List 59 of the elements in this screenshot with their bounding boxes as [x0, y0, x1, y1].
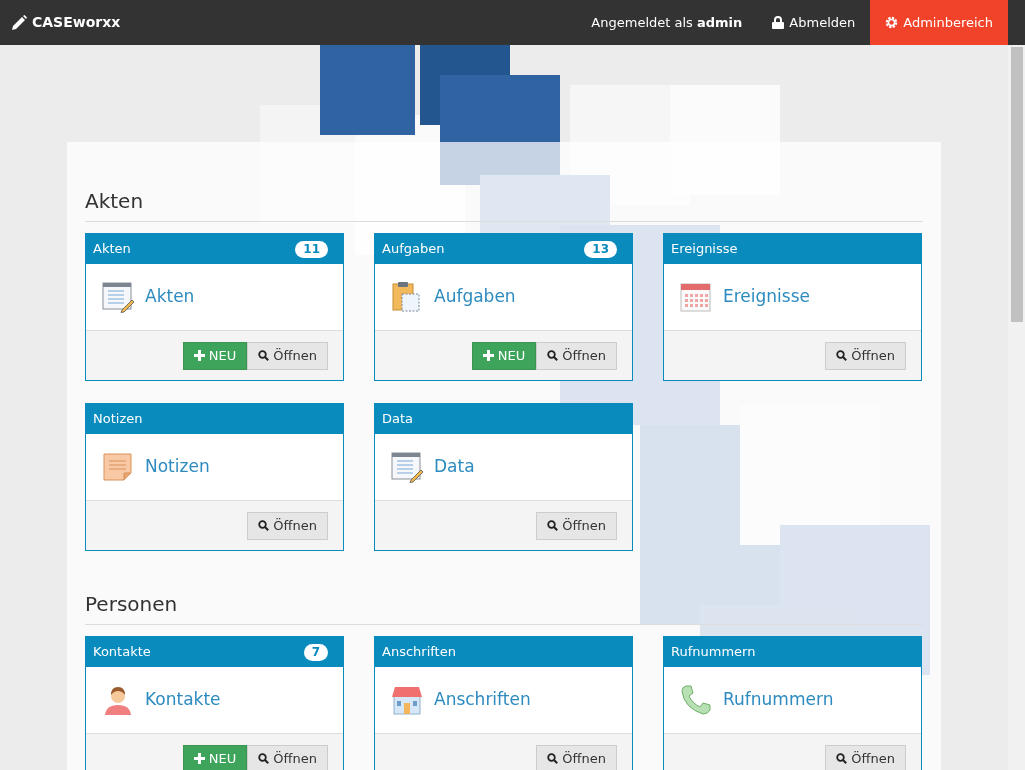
lock-icon	[772, 16, 785, 29]
brand-logo[interactable]: CASEworxx	[32, 12, 121, 33]
person-icon	[102, 684, 134, 716]
search-icon	[258, 520, 270, 531]
plus-icon	[193, 350, 205, 361]
card-title: Ereignisse	[671, 240, 738, 259]
search-icon	[547, 520, 559, 531]
clipboard-icon	[391, 281, 423, 313]
logout-link[interactable]: Abmelden	[772, 12, 856, 33]
module-link[interactable]: Anschriften	[434, 687, 531, 713]
card-title: Data	[382, 410, 414, 429]
count-badge: 11	[295, 240, 328, 258]
document-pencil-icon	[391, 451, 423, 483]
open-button[interactable]: Öffnen	[536, 341, 617, 370]
new-button[interactable]: NEU	[471, 341, 537, 370]
module-link[interactable]: Data	[434, 454, 475, 480]
plus-icon	[482, 350, 494, 361]
gear-icon	[885, 16, 899, 29]
admin-link[interactable]: Adminbereich	[870, 0, 1008, 45]
open-button[interactable]: Öffnen	[247, 744, 328, 770]
card-title: Kontakte	[93, 643, 151, 662]
card-title: Anschriften	[382, 643, 456, 662]
card-title: Aufgaben	[382, 240, 445, 259]
open-button[interactable]: Öffnen	[247, 511, 328, 540]
module-link[interactable]: Ereignisse	[723, 284, 810, 310]
open-button[interactable]: Öffnen	[825, 341, 906, 370]
card-title: Rufnummern	[671, 643, 756, 662]
new-button[interactable]: NEU	[182, 341, 248, 370]
search-icon	[258, 753, 270, 764]
search-icon	[547, 350, 559, 361]
count-badge: 13	[584, 240, 617, 258]
scrollbar-thumb[interactable]	[1010, 47, 1023, 322]
open-button[interactable]: Öffnen	[536, 511, 617, 540]
document-pencil-icon	[102, 281, 134, 313]
pencil-icon	[12, 15, 27, 30]
calendar-icon	[680, 281, 712, 313]
open-button[interactable]: Öffnen	[536, 744, 617, 770]
module-link[interactable]: Aufgaben	[434, 284, 516, 310]
module-link[interactable]: Notizen	[145, 454, 210, 480]
search-icon	[258, 350, 270, 361]
module-link[interactable]: Akten	[145, 284, 195, 310]
module-link[interactable]: Rufnummern	[723, 687, 834, 713]
plus-icon	[193, 753, 205, 764]
house-icon	[391, 684, 423, 716]
card-title: Notizen	[93, 410, 143, 429]
search-icon	[547, 753, 559, 764]
search-icon	[836, 753, 848, 764]
login-status: Angemeldet als admin	[591, 13, 743, 32]
count-badge: 7	[303, 643, 328, 661]
phone-icon	[680, 684, 712, 716]
section-heading: Personen	[85, 589, 923, 625]
section-heading: Akten	[85, 186, 923, 222]
new-button[interactable]: NEU	[182, 744, 248, 770]
open-button[interactable]: Öffnen	[247, 341, 328, 370]
module-link[interactable]: Kontakte	[145, 687, 221, 713]
note-icon	[102, 451, 134, 483]
card-title: Akten	[93, 240, 131, 259]
open-button[interactable]: Öffnen	[825, 744, 906, 770]
search-icon	[836, 350, 848, 361]
